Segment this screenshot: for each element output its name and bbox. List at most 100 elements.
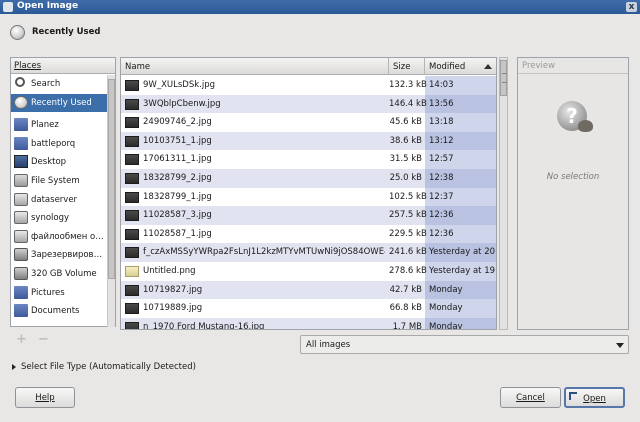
file-name: 11028587_1.jpg <box>143 228 212 239</box>
file-list-scrollbar-thumb[interactable] <box>500 60 507 96</box>
place-item[interactable]: 320 GB Volume <box>11 265 107 284</box>
file-modified: 12:36 <box>429 228 454 239</box>
places-header-label: Places <box>14 61 42 71</box>
cancel-button[interactable]: Cancel <box>500 387 561 408</box>
file-list-body: 9W_XULsDSk.jpg 132.3 kB 14:03 3WQblpCbenw.j… <box>121 76 496 330</box>
file-size: 38.6 kB <box>389 135 422 146</box>
file-list: Name Size Modified 9W_XULsDSk.jpg 132.3 k… <box>120 57 497 330</box>
window-close-button[interactable]: x <box>626 2 637 12</box>
place-item[interactable]: Search <box>11 75 107 94</box>
file-row[interactable]: 24909746_2.jpg 45.6 kB 13:18 <box>121 113 496 132</box>
folder-icon <box>14 304 28 318</box>
file-size: 278.6 kB <box>389 265 427 276</box>
jpg-file-icon <box>125 284 139 296</box>
places-scrollbar-thumb[interactable] <box>108 79 115 279</box>
add-bookmark-button[interactable]: + <box>16 332 27 347</box>
network-folder-icon <box>14 192 28 206</box>
open-button[interactable]: Open <box>564 387 625 408</box>
file-row[interactable]: 3WQblpCbenw.jpg 146.4 kB 13:56 <box>121 94 496 114</box>
jpg-file-icon <box>125 321 139 329</box>
place-item-label: 320 GB Volume <box>31 268 97 279</box>
file-list-scrollbar[interactable] <box>499 57 508 330</box>
place-item[interactable]: Pictures <box>11 284 107 303</box>
folder-icon <box>14 118 28 132</box>
window-title: Open Image <box>17 1 79 11</box>
preview-header: Preview <box>518 58 628 74</box>
select-file-type-expander[interactable]: Select File Type (Automatically Detected… <box>12 362 212 374</box>
place-item[interactable]: Recently Used <box>11 93 107 113</box>
file-size: 1.7 MB <box>392 321 422 330</box>
jpg-file-icon <box>125 98 139 110</box>
search-icon <box>15 77 25 87</box>
recently-used-icon <box>10 25 25 40</box>
column-header-size[interactable]: Size <box>389 58 425 75</box>
file-modified: 13:56 <box>429 98 454 109</box>
file-size: 45.6 kB <box>389 117 422 128</box>
place-item[interactable]: Desktop <box>11 153 107 172</box>
file-row[interactable]: 17061311_1.jpg 31.5 kB 12:57 <box>121 150 496 169</box>
place-item[interactable]: Planez <box>11 116 107 135</box>
place-item-label: Search <box>31 79 61 89</box>
file-modified: Yesterday at 20:24 <box>429 247 495 258</box>
help-button[interactable]: Help <box>15 387 75 408</box>
file-modified: 12:36 <box>429 210 454 221</box>
file-name: n_1970 Ford Mustang-16.jpg <box>143 321 265 330</box>
column-header-modified[interactable]: Modified <box>425 58 496 75</box>
location-label: Recently Used <box>32 27 101 37</box>
file-size: 102.5 kB <box>389 191 427 202</box>
preview-header-label: Preview <box>522 61 556 71</box>
file-modified: 14:03 <box>429 80 454 90</box>
file-size: 25.0 kB <box>389 172 422 183</box>
jpg-file-icon <box>125 135 139 147</box>
place-item-label: Desktop <box>31 157 67 168</box>
network-folder-icon <box>14 229 28 243</box>
place-item-label: dataserver <box>31 194 78 205</box>
jpg-file-icon <box>125 303 139 315</box>
place-item[interactable]: battleporq <box>11 135 107 154</box>
file-size: 66.8 kB <box>389 303 422 314</box>
file-modified: Yesterday at 19:40 <box>429 265 495 276</box>
file-row[interactable]: 11028587_1.jpg 229.5 kB 12:36 <box>121 224 496 244</box>
file-name: 10103751_1.jpg <box>143 135 212 146</box>
place-item[interactable]: файлообмен on d... <box>11 228 107 247</box>
file-row[interactable]: 9W_XULsDSk.jpg 132.3 kB 14:03 <box>121 76 496 95</box>
file-row[interactable]: 18328799_2.jpg 25.0 kB 12:38 <box>121 168 496 188</box>
chevron-down-icon <box>616 343 624 348</box>
place-item[interactable]: File System <box>11 172 107 191</box>
place-item-label: Documents <box>31 306 80 317</box>
place-item-label: Planez <box>31 120 59 131</box>
file-row[interactable]: f_czAxMSSyYWRpa2FsLnJ1L2kzMTYvMTUwNi9jOS… <box>121 243 496 262</box>
file-row[interactable]: 10103751_1.jpg 38.6 kB 13:12 <box>121 131 496 151</box>
gimp-mascot-icon <box>578 120 593 132</box>
file-modified: Monday <box>429 303 463 314</box>
file-name: 24909746_2.jpg <box>143 117 212 128</box>
remove-bookmark-button[interactable]: − <box>38 332 49 347</box>
file-row[interactable]: 18328799_1.jpg 102.5 kB 12:37 <box>121 187 496 207</box>
place-item[interactable]: Documents <box>11 302 107 321</box>
column-header-name[interactable]: Name <box>121 58 389 75</box>
file-size: 31.5 kB <box>389 154 422 165</box>
file-row[interactable]: 10719889.jpg 66.8 kB Monday <box>121 299 496 318</box>
place-item[interactable]: Зарезервирован... <box>11 246 107 265</box>
jpg-file-icon <box>125 191 139 203</box>
file-size: 132.3 kB <box>389 80 427 90</box>
places-header[interactable]: Places <box>11 58 115 74</box>
file-name: 17061311_1.jpg <box>143 154 212 165</box>
jpg-file-icon <box>125 172 139 184</box>
file-row[interactable]: 11028587_3.jpg 257.5 kB 12:36 <box>121 206 496 225</box>
place-item[interactable]: synology <box>11 209 107 228</box>
file-row[interactable]: 10719827.jpg 42.7 kB Monday <box>121 280 496 300</box>
places-scrollbar[interactable] <box>107 75 115 327</box>
help-button-label: Help <box>35 393 55 403</box>
file-row[interactable]: n_1970 Ford Mustang-16.jpg 1.7 MB Monday <box>121 317 496 330</box>
place-item[interactable]: dataserver <box>11 191 107 210</box>
network-folder-icon <box>14 211 28 225</box>
file-filter-dropdown[interactable]: All images <box>300 335 629 354</box>
place-item-label: Pictures <box>31 287 65 298</box>
file-row[interactable]: Untitled.png 278.6 kBYesterday at 19:40 <box>121 261 496 281</box>
place-item-label: battleporq <box>31 138 76 149</box>
place-item-label: synology <box>31 213 70 224</box>
places-buttons: + − <box>10 332 116 350</box>
file-name: 18328799_2.jpg <box>143 172 212 183</box>
select-file-type-label: Select File Type (Automatically Detected… <box>21 362 196 372</box>
